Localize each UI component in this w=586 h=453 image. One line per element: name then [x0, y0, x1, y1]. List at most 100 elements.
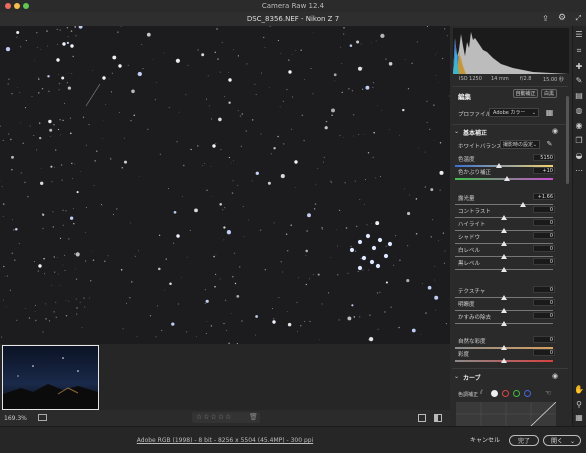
- slider-track[interactable]: [455, 204, 553, 205]
- parametric-curve-icon[interactable]: ⫽: [480, 389, 488, 397]
- slider-value-field[interactable]: 0: [533, 299, 555, 306]
- curve-red-channel[interactable]: [502, 390, 509, 397]
- curve-white-channel[interactable]: [491, 390, 498, 397]
- navigator-thumbnail[interactable]: [2, 345, 99, 410]
- curve-adjust-label: 色調補正: [458, 391, 478, 398]
- slider-value-field[interactable]: 0: [533, 245, 555, 252]
- slider-value-field[interactable]: 0: [533, 312, 555, 319]
- slider-value-field[interactable]: 0: [533, 232, 555, 239]
- slider-thumb[interactable]: [501, 321, 507, 326]
- healing-icon[interactable]: ✚: [574, 62, 584, 72]
- split-view-icon[interactable]: [434, 414, 442, 422]
- file-header: DSC_8356.NEF - Nikon Z 7 ⇪ ⚙ ⤢: [0, 12, 586, 26]
- slider-label: かすみの除去: [458, 313, 491, 321]
- divider: [452, 124, 568, 125]
- zoom-level[interactable]: 169.3%: [4, 415, 27, 422]
- chevron-down-icon[interactable]: ⌄: [454, 128, 459, 135]
- profile-value: Adobe カラー: [493, 110, 525, 116]
- slider-thumb[interactable]: [501, 345, 507, 350]
- profile-select[interactable]: Adobe カラー ⌄: [489, 108, 539, 117]
- shutter-speed: 15.00 秒: [543, 76, 564, 83]
- crop-icon[interactable]: ⌗: [574, 46, 584, 56]
- hand-icon[interactable]: ✋: [574, 385, 584, 395]
- chevron-down-icon: ⌄: [532, 109, 536, 118]
- aperture-value: f/2.8: [520, 76, 531, 82]
- zoom-icon[interactable]: ⚲: [574, 400, 584, 410]
- auto-button[interactable]: 自動補正: [513, 89, 538, 98]
- tone-curve-graph[interactable]: [456, 402, 556, 426]
- before-after-icon[interactable]: [418, 414, 426, 422]
- slider-thumb[interactable]: [501, 308, 507, 313]
- tool-strip: [572, 26, 586, 426]
- slider-thumb[interactable]: [504, 176, 510, 181]
- slider-thumb[interactable]: [501, 295, 507, 300]
- radial-filter-icon[interactable]: ◍: [574, 106, 584, 116]
- grid-icon[interactable]: ▦: [574, 413, 584, 423]
- chevron-down-icon[interactable]: ⌄: [454, 373, 459, 380]
- slider-label: ハイライト: [458, 220, 485, 228]
- slider-label: 自然な彩度: [458, 337, 486, 345]
- basic-title: 基本補正: [463, 128, 487, 137]
- profile-browser-icon[interactable]: ▦: [545, 108, 554, 117]
- redeye-icon[interactable]: ◉: [574, 121, 584, 131]
- slider-thumb[interactable]: [501, 228, 507, 233]
- done-button[interactable]: 完了: [509, 435, 539, 446]
- gear-icon[interactable]: ⚙: [557, 13, 567, 23]
- chevron-down-icon: ⌄: [570, 436, 575, 447]
- slider-value-field[interactable]: 0: [533, 286, 555, 293]
- slider-thumb[interactable]: [520, 202, 526, 207]
- slider-value-field[interactable]: 0: [533, 336, 555, 343]
- workflow-options-link[interactable]: Adobe RGB (1998) - 8 bit - 8256 x 5504 (…: [0, 437, 450, 444]
- slider-value-field[interactable]: +10: [533, 167, 555, 174]
- thumbnail-image: [3, 346, 98, 409]
- eye-icon[interactable]: ◉: [552, 372, 558, 380]
- profile-label: プロファイル: [458, 110, 491, 118]
- slider-thumb[interactable]: [496, 163, 502, 168]
- eye-icon[interactable]: ◉: [552, 127, 558, 135]
- slider-thumb[interactable]: [501, 215, 507, 220]
- sliders-icon[interactable]: ☰: [574, 30, 584, 40]
- slider-label: 明瞭度: [458, 300, 475, 308]
- slider-thumb[interactable]: [501, 358, 507, 363]
- rating-stars[interactable]: ☆☆☆☆☆: [196, 413, 232, 421]
- presets-icon[interactable]: ◒: [574, 151, 584, 161]
- slider-thumb[interactable]: [501, 254, 507, 259]
- open-button[interactable]: 開く ⌄: [543, 435, 581, 446]
- slider-value-field[interactable]: 5150: [533, 154, 555, 161]
- bw-button[interactable]: 白黒: [541, 89, 557, 98]
- share-icon[interactable]: ⇪: [541, 14, 550, 23]
- curve-title: カーブ: [463, 373, 481, 382]
- slider-value-field[interactable]: 0: [533, 258, 555, 265]
- slider-value-field[interactable]: 0: [533, 206, 555, 213]
- slider-label: 黒レベル: [458, 259, 480, 267]
- cancel-button[interactable]: キャンセル: [464, 435, 506, 446]
- fullscreen-icon[interactable]: ⤢: [574, 14, 583, 23]
- histogram[interactable]: [453, 28, 569, 74]
- wb-select[interactable]: 撮影時の設定 ⌄: [500, 140, 540, 149]
- focal-length: 14 mm: [491, 76, 509, 82]
- eyedropper-icon[interactable]: ✎: [545, 140, 554, 149]
- edit-title: 編集: [458, 91, 471, 101]
- panel-scrollbar[interactable]: [566, 96, 569, 184]
- more-icon[interactable]: ⋯: [574, 166, 584, 176]
- slider-label: シャドウ: [458, 233, 480, 241]
- slider-thumb[interactable]: [501, 241, 507, 246]
- brush-icon[interactable]: ✎: [574, 76, 584, 86]
- graduated-filter-icon[interactable]: ▤: [574, 91, 584, 101]
- wb-label: ホワイトバランス: [458, 142, 502, 150]
- slider-value-field[interactable]: 0: [533, 349, 555, 356]
- slider-thumb[interactable]: [501, 267, 507, 272]
- target-adjust-icon[interactable]: ☜: [545, 389, 554, 398]
- fit-view-icon[interactable]: [38, 414, 47, 421]
- bottom-toolbar: 169.3% ☆☆☆☆☆ 🗑: [0, 410, 450, 426]
- trash-icon[interactable]: 🗑: [249, 413, 258, 421]
- snapshots-icon[interactable]: ❐: [574, 136, 584, 146]
- iso-value: ISO 1250: [459, 76, 482, 82]
- tone-curve-svg: [456, 402, 556, 426]
- rating-bar: ☆☆☆☆☆ 🗑: [192, 412, 260, 423]
- histogram-info: ISO 1250 14 mm f/2.8 15.00 秒: [453, 76, 569, 84]
- slider-value-field[interactable]: +1.66: [533, 193, 555, 200]
- slider-value-field[interactable]: 0: [533, 219, 555, 226]
- curve-blue-channel[interactable]: [524, 390, 531, 397]
- curve-green-channel[interactable]: [513, 390, 520, 397]
